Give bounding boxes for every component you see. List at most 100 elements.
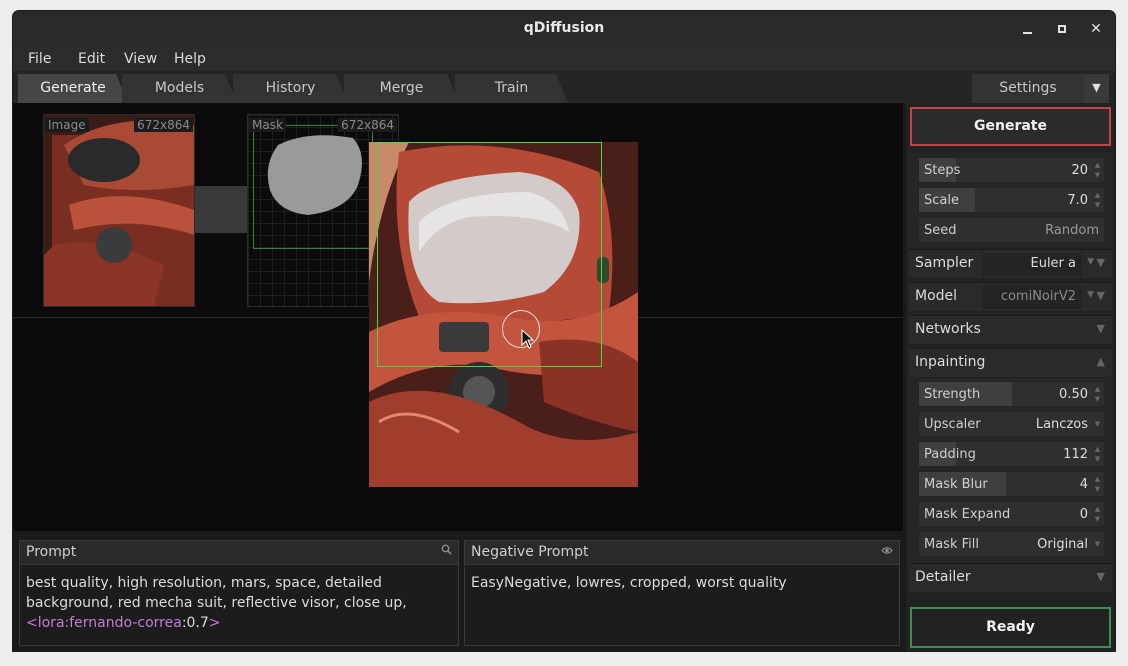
model-section: Model comiNoirV2 ▼ ▼ xyxy=(909,282,1112,311)
spinner-icon[interactable]: ▲ ▼ xyxy=(1093,160,1102,180)
menu-edit[interactable]: Edit xyxy=(78,51,105,67)
lora-tag-open: <lora: xyxy=(26,615,70,631)
menu-view[interactable]: View xyxy=(124,51,157,67)
negative-prompt-title: Negative Prompt xyxy=(471,544,589,560)
inpainting-label: Inpainting xyxy=(915,354,986,370)
inpaint-selection-box[interactable] xyxy=(377,142,602,367)
lora-tag-close: > xyxy=(208,615,221,631)
seed-field[interactable]: Seed Random xyxy=(918,217,1105,243)
upscaler-field[interactable]: Upscaler Lanczos ▼ xyxy=(918,411,1105,437)
tab-generate[interactable]: Generate xyxy=(18,74,128,103)
image-node[interactable]: Image 672x864 xyxy=(43,114,195,307)
chevron-down-icon: ▼ xyxy=(1087,290,1094,300)
model-label: Model xyxy=(915,288,958,304)
scale-field[interactable]: Scale 7.0 ▲ ▼ xyxy=(918,187,1105,213)
spinner-icon[interactable]: ▲ ▼ xyxy=(1093,474,1102,494)
spinner-icon[interactable]: ▲ ▼ xyxy=(1093,384,1102,404)
spinner-icon[interactable]: ▲ ▼ xyxy=(1093,190,1102,210)
detailer-section[interactable]: Detailer ▼ xyxy=(909,563,1112,592)
prompt-header: Prompt xyxy=(20,541,458,565)
minimize-button[interactable] xyxy=(1018,19,1038,39)
spinner-icon[interactable]: ▲ ▼ xyxy=(1093,444,1102,464)
scale-label: Scale xyxy=(924,193,959,208)
collapse-arrow-icon[interactable]: ▼ xyxy=(1097,289,1105,302)
steps-field[interactable]: Steps 20 ▲ ▼ xyxy=(918,157,1105,183)
negative-prompt-panel: Negative Prompt EasyNegative, lowres, cr… xyxy=(464,540,900,646)
scale-value: 7.0 xyxy=(1067,193,1088,208)
expand-arrow-icon[interactable]: ▼ xyxy=(1097,322,1105,335)
search-icon[interactable] xyxy=(441,544,452,558)
model-select[interactable]: comiNoirV2 ▼ xyxy=(982,286,1094,309)
padding-field[interactable]: Padding 112 ▲ ▼ xyxy=(918,441,1105,467)
canvas-area[interactable]: Image 672x864 Mask 672x864 xyxy=(13,103,903,531)
chevron-down-icon[interactable]: ▼ xyxy=(1093,539,1102,549)
tab-more-button[interactable]: ▼ xyxy=(1084,74,1109,103)
triangle-down-icon: ▼ xyxy=(1092,81,1101,94)
status-button[interactable]: Ready xyxy=(910,607,1111,648)
prompt-text: best quality, high resolution, mars, spa… xyxy=(26,575,407,611)
tab-bar: Generate Models History Merge Train Sett… xyxy=(13,71,1115,103)
tab-settings[interactable]: Settings xyxy=(972,74,1084,103)
prompt-input[interactable]: best quality, high resolution, mars, spa… xyxy=(20,565,458,641)
steps-label: Steps xyxy=(924,163,961,178)
lora-name: fernando-correa xyxy=(69,615,182,631)
maximize-button[interactable] xyxy=(1052,19,1072,39)
menu-file[interactable]: File xyxy=(28,51,51,67)
strength-label: Strength xyxy=(924,387,981,402)
prompt-title: Prompt xyxy=(26,544,77,560)
padding-value: 112 xyxy=(1063,447,1088,462)
seed-label: Seed xyxy=(924,223,957,238)
spinner-icon[interactable]: ▲ ▼ xyxy=(1093,504,1102,524)
seed-value: Random xyxy=(1045,223,1099,238)
mask-fill-value: Original xyxy=(1037,537,1088,552)
minimize-icon xyxy=(1023,32,1032,34)
mask-fill-label: Mask Fill xyxy=(924,537,979,552)
node-connector xyxy=(195,186,247,233)
mask-fill-field[interactable]: Mask Fill Original ▼ xyxy=(918,531,1105,557)
mask-node-size: 672x864 xyxy=(338,118,397,132)
collapse-arrow-icon[interactable]: ▼ xyxy=(1097,256,1105,269)
side-panel: Generate Steps 20 ▲ ▼ Scale 7.0 ▲ ▼ Seed R… xyxy=(906,103,1115,651)
image-node-label: Image xyxy=(45,118,89,132)
app-window: qDiffusion ✕ File Edit View Help Generat… xyxy=(13,11,1115,651)
sampler-value: Euler a xyxy=(1030,256,1076,271)
image-thumbnail xyxy=(44,115,194,306)
tab-merge[interactable]: Merge xyxy=(344,74,459,103)
inpainting-section[interactable]: Inpainting ▲ xyxy=(909,348,1112,377)
mask-expand-label: Mask Expand xyxy=(924,507,1011,522)
eye-icon[interactable] xyxy=(881,544,893,558)
upscaler-value: Lanczos xyxy=(1035,417,1088,432)
close-icon: ✕ xyxy=(1090,21,1102,37)
title-bar: qDiffusion ✕ xyxy=(13,11,1115,48)
chevron-down-icon: ▼ xyxy=(1087,257,1094,267)
menu-bar: File Edit View Help xyxy=(13,48,1115,71)
menu-help[interactable]: Help xyxy=(174,51,206,67)
detailer-label: Detailer xyxy=(915,569,971,585)
steps-value: 20 xyxy=(1071,163,1088,178)
mask-shape xyxy=(267,135,362,215)
sampler-select[interactable]: Euler a ▼ xyxy=(982,253,1094,276)
strength-field[interactable]: Strength 0.50 ▲ ▼ xyxy=(918,381,1105,407)
sampler-label: Sampler xyxy=(915,255,974,271)
tab-train[interactable]: Train xyxy=(455,74,568,103)
collapse-up-arrow-icon[interactable]: ▲ xyxy=(1097,355,1105,368)
expand-arrow-icon[interactable]: ▼ xyxy=(1097,570,1105,583)
negative-prompt-header: Negative Prompt xyxy=(465,541,899,565)
pointer-icon xyxy=(521,329,535,349)
prompt-panel: Prompt best quality, high resolution, ma… xyxy=(19,540,459,646)
close-button[interactable]: ✕ xyxy=(1086,19,1106,39)
sampler-section: Sampler Euler a ▼ ▼ xyxy=(909,249,1112,278)
mask-expand-field[interactable]: Mask Expand 0 ▲ ▼ xyxy=(918,501,1105,527)
mask-blur-field[interactable]: Mask Blur 4 ▲ ▼ xyxy=(918,471,1105,497)
mask-node-label: Mask xyxy=(249,118,286,132)
chevron-down-icon[interactable]: ▼ xyxy=(1093,419,1102,429)
tab-models[interactable]: Models xyxy=(122,74,237,103)
image-node-size: 672x864 xyxy=(134,118,193,132)
negative-prompt-input[interactable]: EasyNegative, lowres, cropped, worst qua… xyxy=(465,565,899,601)
mask-blur-label: Mask Blur xyxy=(924,477,988,492)
tab-history[interactable]: History xyxy=(233,74,348,103)
padding-label: Padding xyxy=(924,447,976,462)
networks-section[interactable]: Networks ▼ xyxy=(909,315,1112,344)
generate-button[interactable]: Generate xyxy=(910,107,1111,146)
networks-label: Networks xyxy=(915,321,981,337)
